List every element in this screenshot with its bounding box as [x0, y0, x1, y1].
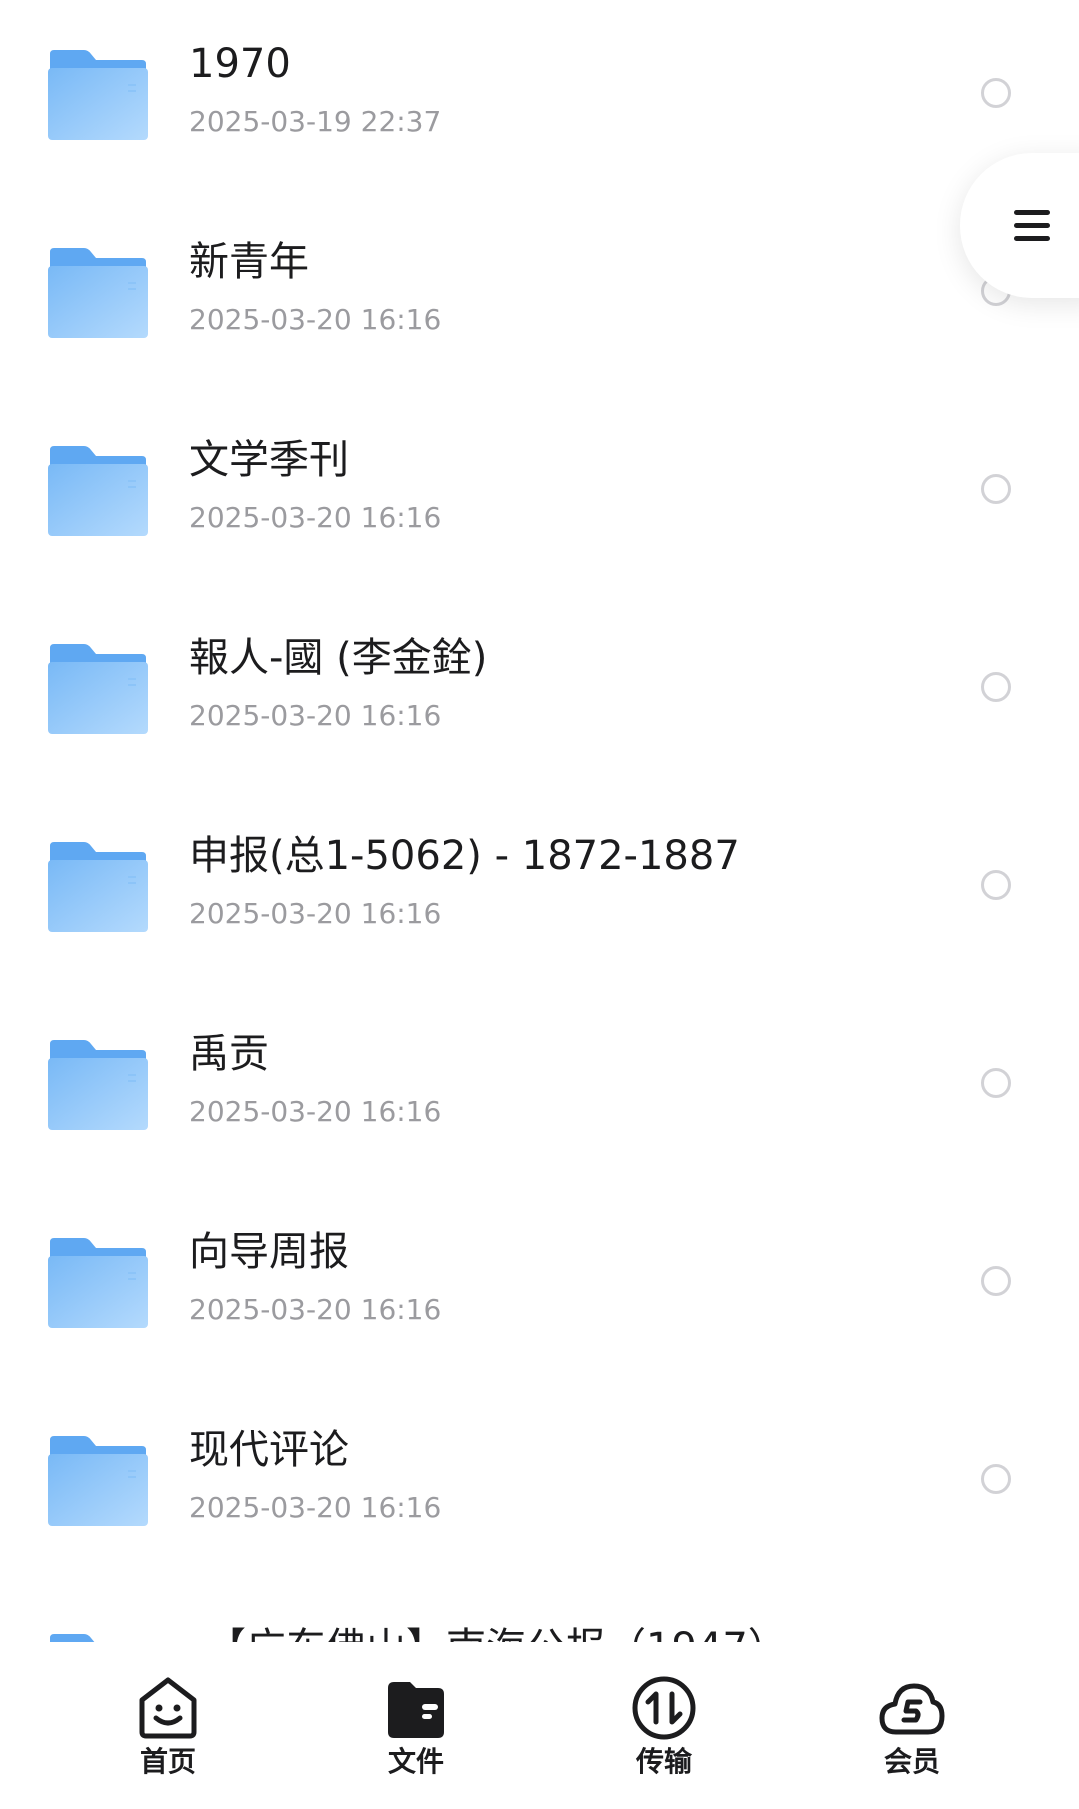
folder-icon [48, 1238, 148, 1328]
folder-row[interactable]: 向导周报 2025-03-20 16:16 [0, 1188, 1079, 1386]
cloud-s-icon [879, 1683, 945, 1735]
folder-date: 2025-03-20 16:16 [189, 897, 442, 930]
folder-name: 现代评论 [189, 1427, 349, 1473]
folder-icon [50, 1634, 95, 1642]
select-radio[interactable] [981, 1266, 1011, 1296]
tab-home[interactable]: 首页 [98, 1674, 238, 1794]
tab-member[interactable]: 会员 [842, 1674, 982, 1794]
menu-icon [1014, 206, 1054, 246]
transfer-arrows-icon [632, 1676, 696, 1740]
folder-date: 2025-03-20 16:16 [189, 699, 442, 732]
folder-icon [48, 1436, 148, 1526]
folder-name: 報人-國 (李金銓) [189, 635, 488, 681]
folder-name: 1970 [189, 41, 291, 87]
select-radio[interactable] [981, 78, 1011, 108]
folder-date: 2025-03-20 16:16 [189, 1095, 442, 1128]
folder-date: 2025-03-20 16:16 [189, 303, 442, 336]
folder-row[interactable]: 1970 2025-03-19 22:37 [0, 0, 1079, 198]
select-radio[interactable] [981, 1464, 1011, 1494]
select-radio[interactable] [981, 672, 1011, 702]
folder-row[interactable]: 新青年 2025-03-20 16:16 [0, 198, 1079, 396]
folder-date: 2025-03-20 16:16 [189, 501, 442, 534]
folder-row[interactable]: 申报(总1-5062) - 1872-1887 2025-03-20 16:16 [0, 792, 1079, 990]
folder-list: 1970 2025-03-19 22:37 新青年 2025-03-20 16:… [0, 0, 1079, 1642]
folder-name: 禹贡 [189, 1031, 269, 1077]
folder-date: 2025-03-20 16:16 [189, 1491, 442, 1524]
folder-name: 新青年 [189, 239, 309, 285]
folder-name: 【广东佛山】南海公报（1947） [206, 1622, 788, 1642]
select-radio[interactable] [981, 1068, 1011, 1098]
tab-label: 会员 [883, 1745, 940, 1778]
folder-name: 申报(总1-5062) - 1872-1887 [189, 833, 740, 879]
folder-icon [48, 842, 148, 932]
folder-icon [48, 644, 148, 734]
folder-row[interactable]: 報人-國 (李金銓) 2025-03-20 16:16 [0, 594, 1079, 792]
folder-wallet-icon [388, 1682, 444, 1738]
select-radio[interactable] [981, 474, 1011, 504]
home-face-icon [139, 1677, 197, 1739]
bottom-tab-bar: 首页 文件 传输 会员 [0, 1642, 1079, 1809]
folder-row[interactable]: 文学季刊 2025-03-20 16:16 [0, 396, 1079, 594]
folder-date: 2025-03-20 16:16 [189, 1293, 442, 1326]
tab-label: 传输 [635, 1745, 692, 1778]
folder-row[interactable]: 禹贡 2025-03-20 16:16 [0, 990, 1079, 1188]
folder-name: 向导周报 [189, 1229, 349, 1275]
tab-label: 首页 [139, 1745, 196, 1778]
folder-row[interactable]: 现代评论 2025-03-20 16:16 [0, 1386, 1079, 1584]
folder-icon [48, 1040, 148, 1130]
tab-transfer[interactable]: 传输 [594, 1674, 734, 1794]
folder-icon [48, 50, 148, 140]
tab-label: 文件 [387, 1745, 444, 1778]
folder-icon [48, 446, 148, 536]
folder-date: 2025-03-19 22:37 [189, 105, 442, 138]
folder-row[interactable]: 【广东佛山】南海公报（1947） [0, 1584, 1079, 1642]
folder-icon [48, 248, 148, 338]
select-radio[interactable] [981, 870, 1011, 900]
folder-name: 文学季刊 [189, 437, 349, 483]
tab-files[interactable]: 文件 [346, 1674, 486, 1794]
